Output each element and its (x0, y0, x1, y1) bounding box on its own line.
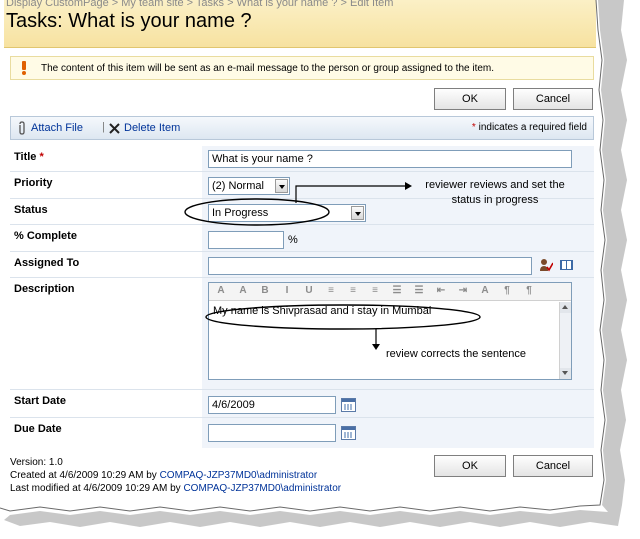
cancel-button-top[interactable]: Cancel (513, 88, 593, 110)
status-annotation-line2: status in progress (451, 194, 539, 206)
ok-button-top[interactable]: OK (434, 88, 506, 110)
due-date-field-cell (202, 418, 594, 448)
version-text: Version: 1.0 (10, 457, 63, 468)
priority-value: (2) Normal (212, 180, 264, 192)
start-date-input[interactable]: 4/6/2009 (208, 396, 336, 414)
created-line: Created at 4/6/2009 10:29 AM by COMPAQ-J… (10, 469, 341, 482)
description-label: Description (10, 278, 202, 389)
bold-icon[interactable]: B (257, 285, 273, 299)
info-message: The content of this item will be sent as… (41, 63, 495, 74)
start-date-label: Start Date (10, 390, 202, 417)
title-label: Title * (10, 146, 202, 171)
modified-text: Last modified at 4/6/2009 10:29 AM by (10, 483, 181, 494)
due-date-label: Due Date (10, 418, 202, 448)
rte-toolbar: A A B I U ≡ ≡ ≡ ☰ ☰ ⇤ ⇥ A ¶ ¶ (209, 283, 571, 301)
title-label-text: Title (14, 151, 37, 163)
modified-by-link[interactable]: COMPAQ-JZP37MD0\administrator (183, 483, 341, 494)
check-names-icon[interactable] (539, 258, 553, 272)
percent-complete-input[interactable] (208, 231, 284, 249)
description-rich-text-editor: A A B I U ≡ ≡ ≡ ☰ ☰ ⇤ ⇥ A ¶ ¶ My name is Shivprasad an… (208, 282, 572, 380)
created-by-link[interactable]: COMPAQ-JZP37MD0\administrator (160, 470, 318, 481)
item-toolbar: Attach File | Delete Item * indicates a … (10, 116, 594, 140)
assigned-to-label: Assigned To (10, 252, 202, 277)
calendar-icon[interactable] (341, 426, 356, 440)
address-book-icon[interactable] (559, 258, 574, 272)
scroll-up-icon[interactable] (560, 302, 571, 313)
page-title: Tasks: What is your name ? (6, 10, 252, 32)
status-annotation-line1: reviewer reviews and set the (425, 179, 565, 191)
required-text: indicates a required field (478, 122, 587, 133)
priority-select[interactable]: (2) Normal (208, 177, 290, 195)
calendar-icon[interactable] (341, 398, 356, 412)
chevron-down-icon[interactable] (351, 206, 364, 220)
attach-file-link[interactable]: Attach File (31, 122, 83, 134)
ok-button-bottom[interactable]: OK (434, 455, 506, 477)
title-input[interactable]: What is your name ? (208, 150, 572, 168)
status-value: In Progress (212, 207, 269, 219)
paperclip-icon (19, 121, 25, 135)
delete-x-icon (109, 123, 120, 134)
status-select[interactable]: In Progress (208, 204, 366, 222)
align-right-icon[interactable]: ≡ (367, 285, 383, 299)
text-color-icon[interactable]: A (477, 285, 493, 299)
start-date-field-cell: 4/6/2009 (202, 390, 594, 417)
percent-complete-field-cell: % (202, 225, 594, 251)
cancel-button-bottom[interactable]: Cancel (513, 455, 593, 477)
scroll-down-icon[interactable] (560, 368, 571, 379)
numbered-list-icon[interactable]: ☰ (389, 285, 405, 299)
chevron-down-icon[interactable] (275, 179, 288, 193)
required-field-note: * indicates a required field (472, 122, 587, 133)
title-required-star: * (39, 151, 44, 163)
email-info-bar: The content of this item will be sent as… (10, 56, 594, 80)
percent-unit: % (288, 234, 298, 246)
edit-item-page: Display CustomPage > My team site > Task… (4, 0, 596, 510)
title-row: Title * What is your name ? (10, 146, 594, 172)
description-textarea[interactable]: My name is Shivprasad and i stay in Mumb… (209, 302, 559, 379)
due-date-input[interactable] (208, 424, 336, 442)
description-annotation: review corrects the sentence (386, 348, 527, 360)
priority-label: Priority (10, 172, 202, 198)
status-label: Status (10, 199, 202, 224)
outdent-icon[interactable]: ⇤ (433, 285, 449, 299)
bullet-list-icon[interactable]: ☰ (411, 285, 427, 299)
percent-complete-label: % Complete (10, 225, 202, 251)
description-field-cell: A A B I U ≡ ≡ ≡ ☰ ☰ ⇤ ⇥ A ¶ ¶ My name is Shivprasad an… (202, 278, 594, 389)
indent-icon[interactable]: ⇥ (455, 285, 471, 299)
assigned-to-row: Assigned To (10, 252, 594, 278)
align-left-icon[interactable]: ≡ (323, 285, 339, 299)
breadcrumb[interactable]: Display CustomPage > My team site > Task… (6, 0, 393, 9)
align-center-icon[interactable]: ≡ (345, 285, 361, 299)
created-text: Created at 4/6/2009 10:29 AM by (10, 470, 157, 481)
modified-line: Last modified at 4/6/2009 10:29 AM by CO… (10, 482, 341, 495)
start-date-row: Start Date 4/6/2009 (10, 390, 594, 418)
underline-icon[interactable]: U (301, 285, 317, 299)
font-icon[interactable]: A (213, 285, 229, 299)
item-footer: Version: 1.0 Created at 4/6/2009 10:29 A… (10, 456, 341, 495)
description-row: Description A A B I U ≡ ≡ ≡ ☰ ☰ ⇤ ⇥ A ¶ ¶ My name is S… (10, 278, 594, 390)
title-field-cell: What is your name ? (202, 146, 594, 171)
ltr-icon[interactable]: ¶ (499, 285, 515, 299)
exclamation-icon (22, 61, 26, 75)
required-star: * (471, 122, 476, 133)
due-date-row: Due Date (10, 418, 594, 448)
font-size-icon[interactable]: A (235, 285, 251, 299)
page-header: Display CustomPage > My team site > Task… (4, 0, 596, 48)
italic-icon[interactable]: I (279, 285, 295, 299)
assigned-to-field-cell (202, 252, 594, 277)
delete-item-link[interactable]: Delete Item (124, 122, 180, 134)
assigned-to-input[interactable] (208, 257, 532, 275)
percent-complete-row: % Complete % (10, 225, 594, 252)
description-scrollbar[interactable] (559, 302, 571, 379)
rtl-icon[interactable]: ¶ (521, 285, 537, 299)
toolbar-separator: | (102, 121, 105, 133)
